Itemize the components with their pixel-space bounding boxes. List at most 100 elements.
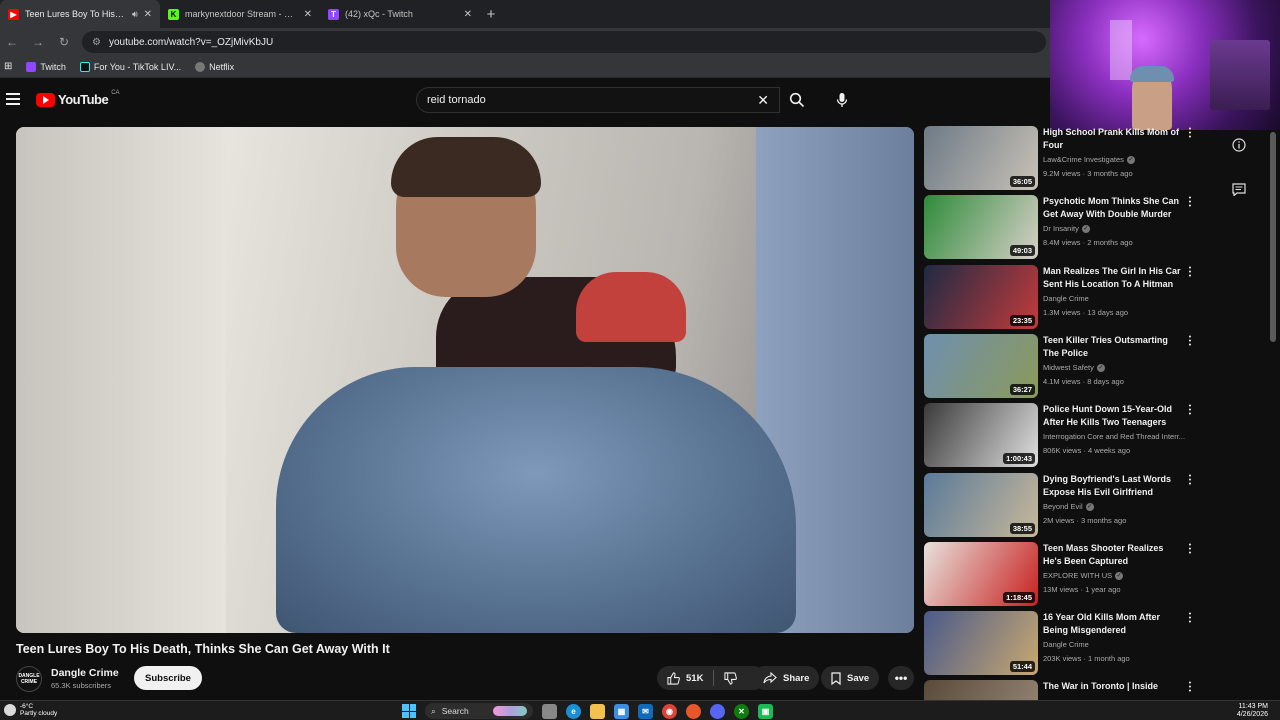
- video-thumbnail[interactable]: 23:35: [924, 265, 1038, 329]
- xbox-icon[interactable]: ✕: [734, 703, 749, 719]
- recommendation-item[interactable]: 49:03 Psychotic Mom Thinks She Can Get Aw…: [924, 195, 1200, 261]
- recommendation-title[interactable]: Psychotic Mom Thinks She Can Get Away Wi…: [1043, 195, 1183, 221]
- video-thumbnail[interactable]: 38:55: [924, 473, 1038, 537]
- recommendation-meta: 806K views · 4 weeks ago: [1043, 446, 1130, 455]
- more-vertical-icon[interactable]: • • •: [1186, 126, 1194, 141]
- more-vertical-icon[interactable]: • • •: [1186, 403, 1194, 418]
- back-icon[interactable]: ←: [4, 35, 20, 49]
- recommendation-channel[interactable]: Midwest Safety ✓: [1043, 363, 1195, 373]
- forward-icon[interactable]: →: [30, 35, 46, 49]
- recommendation-item[interactable]: 1:00:43 Police Hunt Down 15-Year-Old Afte…: [924, 403, 1200, 469]
- reload-icon[interactable]: ↻: [56, 35, 72, 49]
- more-vertical-icon[interactable]: • • •: [1186, 680, 1194, 695]
- video-duration: 36:05: [1009, 176, 1035, 187]
- speaker-icon[interactable]: 🔊︎: [132, 9, 138, 20]
- like-button[interactable]: 51K: [667, 671, 703, 685]
- apps-grid-icon[interactable]: ⊞: [4, 61, 12, 72]
- channel-name: Dangle Crime: [1043, 640, 1089, 649]
- page-scrollbar-thumb[interactable]: [1270, 132, 1276, 342]
- save-button[interactable]: Save: [821, 666, 880, 690]
- voice-search-button[interactable]: [828, 87, 856, 113]
- recommendation-title[interactable]: 16 Year Old Kills Mom After Being Misgen…: [1043, 611, 1183, 637]
- chrome-icon[interactable]: ◉: [662, 703, 677, 719]
- video-thumbnail[interactable]: 49:03: [924, 195, 1038, 259]
- recommendation-channel[interactable]: Interrogation Core and Red Thread Interr…: [1043, 432, 1195, 441]
- recommendation-title[interactable]: The War in Toronto | Inside: [1043, 680, 1183, 693]
- more-vertical-icon[interactable]: • • •: [1186, 195, 1194, 210]
- outlook-icon[interactable]: ✉: [638, 703, 653, 719]
- bookmark-tiktok[interactable]: For You - TikTok LIV...: [79, 61, 182, 72]
- browser-tab-youtube[interactable]: ▶ Teen Lures Boy To His Death 🔊︎ ✕: [0, 0, 160, 28]
- video-thumbnail[interactable]: 1:00:43: [924, 403, 1038, 467]
- chat-icon[interactable]: [1228, 178, 1250, 200]
- recommendation-channel[interactable]: Beyond Evil ✓: [1043, 502, 1195, 512]
- share-button[interactable]: Share: [753, 666, 820, 690]
- dislike-button[interactable]: [724, 671, 738, 685]
- obs-icon[interactable]: [686, 703, 701, 719]
- bookmark-netflix[interactable]: Netflix: [195, 61, 234, 72]
- windows-start-icon[interactable]: [402, 704, 416, 718]
- recommendation-item[interactable]: 23:35 Man Realizes The Girl In His Car Se…: [924, 265, 1200, 331]
- channel-name[interactable]: Dangle Crime: [51, 667, 119, 679]
- recommendation-channel[interactable]: EXPLORE WITH US ✓: [1043, 571, 1195, 581]
- side-panel-icons: [1228, 134, 1250, 222]
- video-thumbnail[interactable]: 36:27: [924, 334, 1038, 398]
- more-vertical-icon[interactable]: • • •: [1186, 611, 1194, 626]
- more-actions-button[interactable]: •••: [888, 666, 914, 690]
- channel-name: Dangle Crime: [1043, 294, 1089, 303]
- recommendation-item[interactable]: 51:44 16 Year Old Kills Mom After Being M…: [924, 611, 1200, 677]
- site-info-icon[interactable]: ⚙︎: [92, 37, 101, 48]
- menu-icon[interactable]: [6, 93, 20, 105]
- task-view-icon[interactable]: [542, 703, 557, 719]
- more-vertical-icon[interactable]: • • •: [1186, 334, 1194, 349]
- edge-icon[interactable]: e: [566, 703, 581, 719]
- more-vertical-icon[interactable]: • • •: [1186, 473, 1194, 488]
- close-tab-icon[interactable]: ✕: [144, 9, 152, 20]
- channel-avatar[interactable]: DANGLE CRIME: [16, 666, 42, 692]
- taskbar-search-box[interactable]: ⌕ Search: [425, 703, 533, 719]
- recommendation-channel[interactable]: Dangle Crime: [1043, 640, 1195, 649]
- discord-icon[interactable]: [710, 703, 725, 719]
- file-explorer-icon[interactable]: [590, 703, 605, 719]
- recommendation-channel[interactable]: Dangle Crime: [1043, 294, 1195, 303]
- bookmark-twitch[interactable]: Twitch: [26, 61, 66, 72]
- recommendation-title[interactable]: Police Hunt Down 15-Year-Old After He Ki…: [1043, 403, 1183, 429]
- close-tab-icon[interactable]: ✕: [464, 9, 472, 20]
- url-field[interactable]: ⚙︎ youtube.com/watch?v=_OZjMivKbJU: [82, 31, 1046, 53]
- recommendation-title[interactable]: Teen Killer Tries Outsmarting The Police: [1043, 334, 1183, 360]
- video-thumbnail[interactable]: 1:18:45: [924, 542, 1038, 606]
- recommendation-title[interactable]: Dying Boyfriend's Last Words Expose His …: [1043, 473, 1183, 499]
- microsoft-store-icon[interactable]: ▦: [614, 703, 629, 719]
- recommendation-title[interactable]: High School Prank Kills Mom of Four: [1043, 126, 1183, 152]
- recommendation-channel[interactable]: Law&Crime Investigates ✓: [1043, 155, 1195, 165]
- more-vertical-icon[interactable]: • • •: [1186, 542, 1194, 557]
- search-input[interactable]: reid tornado ✕: [416, 87, 780, 113]
- more-vertical-icon[interactable]: • • •: [1186, 265, 1194, 280]
- recommendation-title[interactable]: Teen Mass Shooter Realizes He's Been Cap…: [1043, 542, 1183, 568]
- video-thumbnail[interactable]: 51:44: [924, 611, 1038, 675]
- recommendation-item[interactable]: 36:27 Teen Killer Tries Outsmarting The P…: [924, 334, 1200, 400]
- clear-search-icon[interactable]: ✕: [757, 92, 769, 109]
- kick-favicon-icon: K: [168, 8, 179, 20]
- recommendation-item[interactable]: 38:55 Dying Boyfriend's Last Words Expose…: [924, 473, 1200, 539]
- recommendation-channel[interactable]: Dr Insanity ✓: [1043, 224, 1195, 234]
- recommendation-item[interactable]: 36:05 High School Prank Kills Mom of Four…: [924, 126, 1200, 192]
- subscribe-button[interactable]: Subscribe: [134, 666, 202, 690]
- bookmark-label: For You - TikTok LIV...: [93, 61, 182, 72]
- youtube-logo[interactable]: YouTube CA: [36, 90, 120, 107]
- weather-widget[interactable]: -6°C Partly cloudy: [4, 703, 57, 717]
- close-tab-icon[interactable]: ✕: [304, 9, 312, 20]
- spotify-icon[interactable]: ▣: [758, 703, 773, 719]
- browser-tab-kick[interactable]: K markynextdoor Stream - Watch ✕: [160, 0, 320, 28]
- video-player[interactable]: [16, 127, 914, 633]
- browser-tab-twitch[interactable]: T (42) xQc - Twitch ✕: [320, 0, 480, 28]
- new-tab-icon[interactable]: +: [480, 0, 502, 28]
- search-button[interactable]: [782, 87, 812, 113]
- info-icon[interactable]: [1228, 134, 1250, 156]
- recommendation-title[interactable]: Man Realizes The Girl In His Car Sent Hi…: [1043, 265, 1183, 291]
- system-clock[interactable]: 11:43 PM 4/26/2026: [1237, 703, 1268, 719]
- video-thumbnail[interactable]: 36:05: [924, 126, 1038, 190]
- recommendation-item[interactable]: 1:18:45 Teen Mass Shooter Realizes He's B…: [924, 542, 1200, 608]
- recommendation-meta: 2M views · 3 months ago: [1043, 516, 1126, 525]
- video-frame-wall: [16, 127, 226, 633]
